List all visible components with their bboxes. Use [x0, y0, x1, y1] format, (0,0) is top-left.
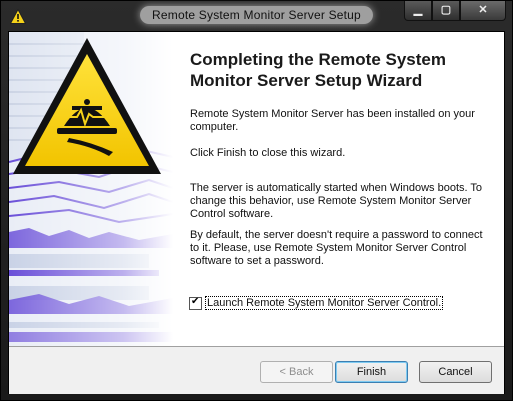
finish-instruction: Click Finish to close this wizard.: [190, 147, 346, 159]
caption-buttons: ▁ ▢ ✕: [404, 1, 506, 21]
close-icon: ✕: [478, 4, 488, 16]
wizard-client-area: Completing the Remote System Monitor Ser…: [8, 31, 505, 394]
page-title: Completing the Remote System Monitor Ser…: [190, 50, 446, 90]
installed-message: Remote System Monitor Server has been in…: [190, 108, 475, 133]
launch-control-label[interactable]: Launch Remote System Monitor Server Cont…: [205, 296, 444, 310]
maximize-icon: ▢: [440, 4, 452, 16]
check-mark-icon: ✔: [191, 295, 200, 307]
wizard-side-banner: [9, 32, 173, 346]
setup-window: Remote System Monitor Server Setup ▁ ▢ ✕: [0, 0, 513, 401]
cancel-button[interactable]: Cancel: [419, 361, 492, 383]
finish-button[interactable]: Finish: [335, 361, 408, 383]
side-banner-graphic: [9, 32, 173, 346]
password-info: By default, the server doesn't require a…: [190, 229, 483, 267]
window-title-text: Remote System Monitor Server Setup: [140, 6, 373, 24]
minimize-button[interactable]: ▁: [404, 1, 432, 21]
launch-control-checkbox[interactable]: ✔: [189, 295, 202, 310]
wizard-footer: < Back Finish Cancel: [9, 346, 504, 394]
title-bar[interactable]: Remote System Monitor Server Setup ▁ ▢ ✕: [1, 1, 512, 31]
maximize-button[interactable]: ▢: [432, 1, 460, 21]
launch-control-option[interactable]: ✔ Launch Remote System Monitor Server Co…: [189, 295, 444, 310]
minimize-icon: ▁: [413, 4, 423, 16]
close-button[interactable]: ✕: [460, 1, 506, 21]
wizard-content: Completing the Remote System Monitor Ser…: [173, 32, 504, 346]
back-button[interactable]: < Back: [260, 361, 333, 383]
autostart-info: The server is automatically started when…: [190, 182, 483, 220]
